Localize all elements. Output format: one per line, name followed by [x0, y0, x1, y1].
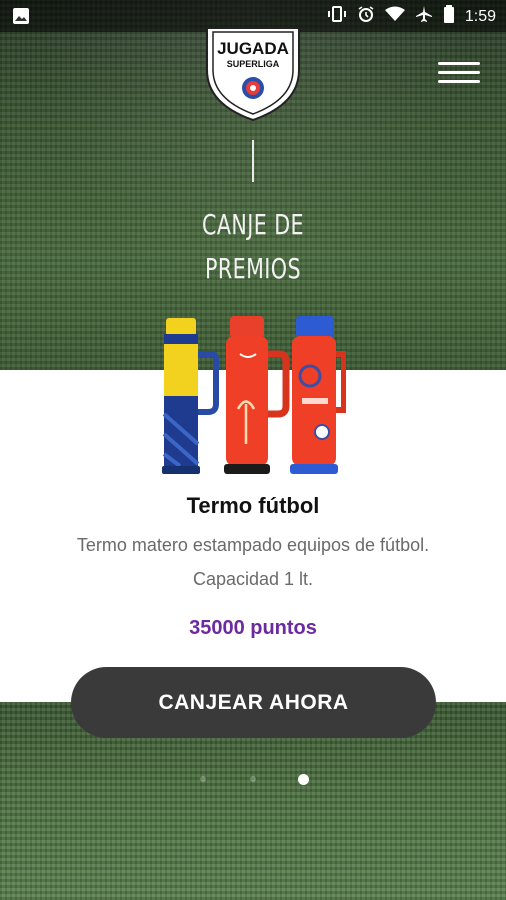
product-points: 35000 puntos	[189, 617, 317, 639]
divider-line	[252, 140, 254, 182]
hamburger-menu-icon[interactable]	[438, 62, 486, 88]
product-name: Termo fútbol	[186, 493, 320, 518]
thermos-boca	[162, 318, 219, 474]
thermos-san-lorenzo	[290, 316, 347, 474]
battery-icon	[443, 5, 455, 28]
redeem-now-button[interactable]: CANJEAR AHORA	[71, 667, 436, 738]
alarm-icon	[357, 5, 375, 28]
page-title-line1: CANJE DE	[202, 208, 304, 241]
jugada-superliga-logo[interactable]: JUGADA SUPERLIGA	[203, 26, 303, 122]
page-title: CANJE DE PREMIOS	[0, 203, 506, 291]
image-icon	[12, 7, 30, 30]
wifi-icon	[384, 6, 405, 27]
vibrate-icon	[327, 5, 347, 28]
carousel-pagination	[190, 772, 320, 788]
page-title-line2: PREMIOS	[204, 252, 302, 285]
logo-text-sub: SUPERLIGA	[227, 59, 280, 69]
logo-text-main: JUGADA	[217, 39, 289, 58]
screen: 1:59 JUGADA SUPERLIGA CANJE DE PREMIOS T…	[0, 0, 506, 900]
product-description-line2: Capacidad 1 lt.	[192, 569, 314, 589]
pagination-dot-2[interactable]	[250, 776, 256, 782]
thermos-independiente	[224, 316, 290, 474]
airplane-icon	[415, 5, 433, 28]
product-description: Termo matero estampado equipos de fútbol…	[40, 528, 466, 596]
product-image	[160, 314, 347, 480]
product-description-line1: Termo matero estampado equipos de fútbol…	[76, 535, 430, 555]
pagination-dot-1[interactable]	[200, 776, 206, 782]
status-time: 1:59	[464, 7, 496, 25]
pagination-dot-3[interactable]	[298, 774, 309, 785]
